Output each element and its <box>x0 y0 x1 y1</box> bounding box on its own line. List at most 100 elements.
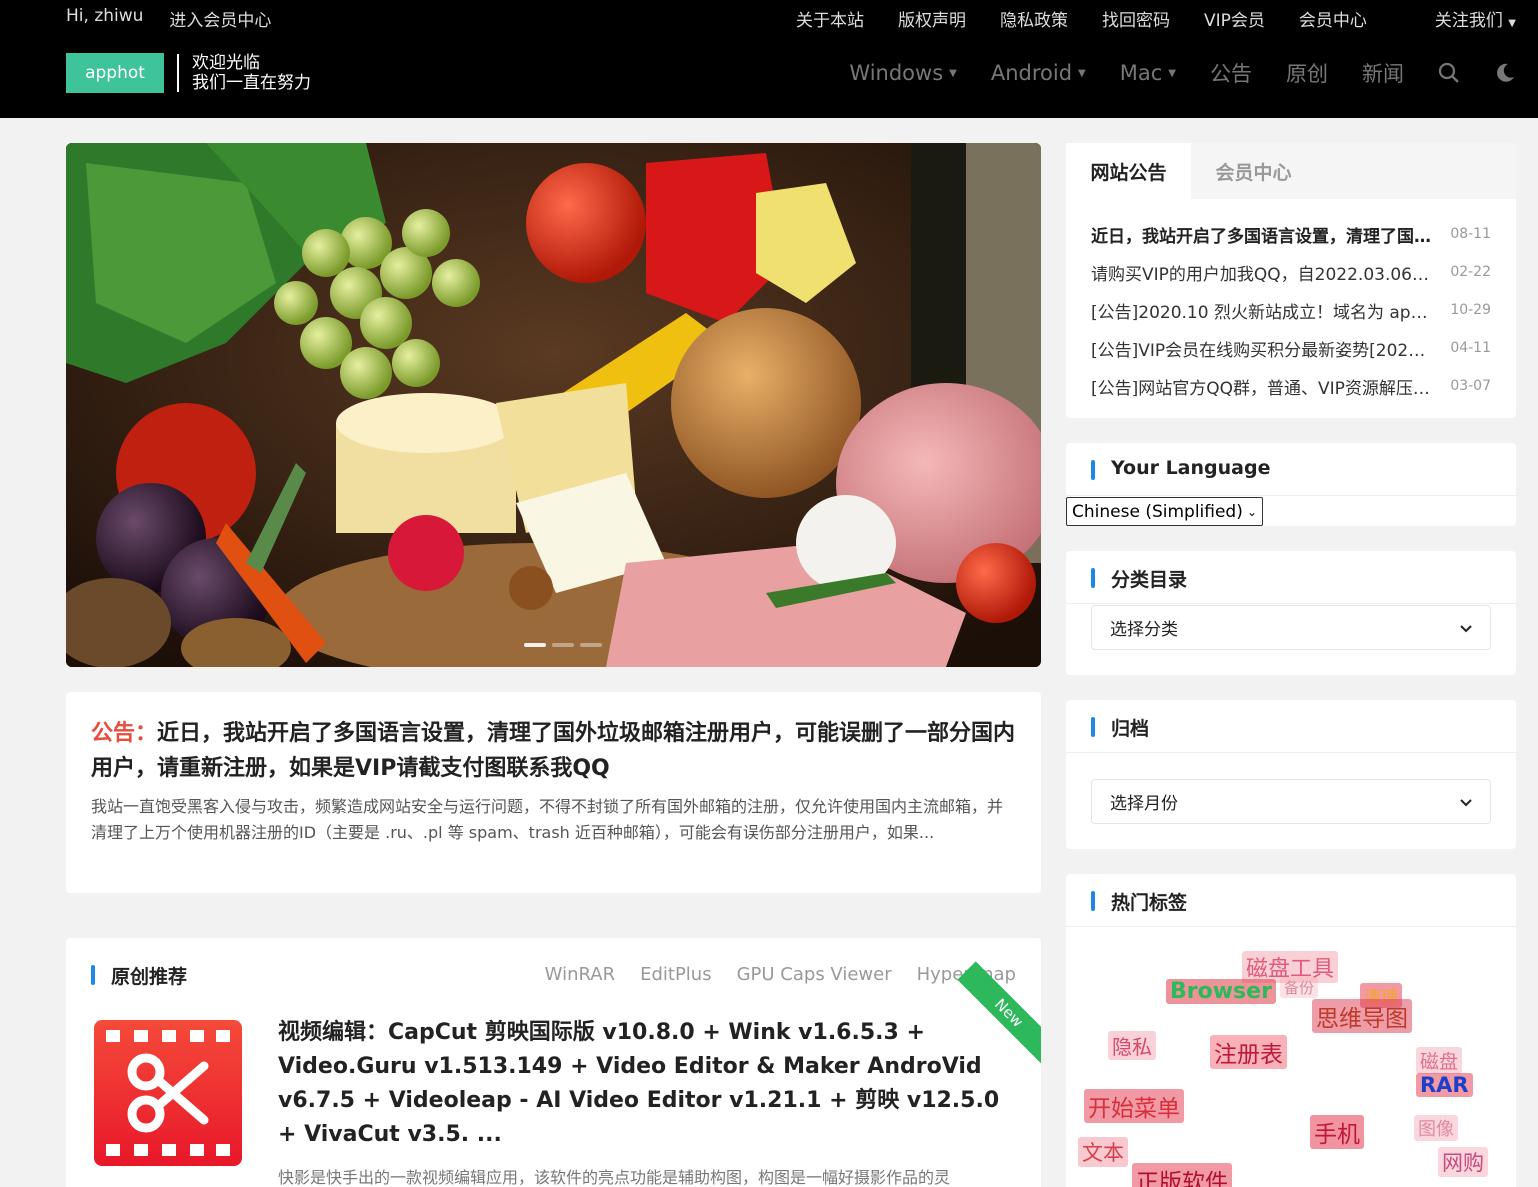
link-about[interactable]: 关于本站 <box>796 6 864 31</box>
announcement-title: [公告]VIP会员在线购买积分最新姿势[2020.04] <box>1091 340 1431 361</box>
archive-header: 归档 <box>1066 700 1516 753</box>
announcements-tabs: 网站公告 会员中心 <box>1066 143 1516 199</box>
tag-item[interactable]: 网购 <box>1438 1147 1488 1177</box>
announcement-title: 请购买VIP的用户加我QQ，自2022.03.06开始 <box>1091 264 1431 285</box>
site-header: Hi, zhiwu 进入会员中心 关于本站 版权声明 隐私政策 找回密码 VIP… <box>0 0 1538 118</box>
post-excerpt: 快影是快手出的一款视频编辑应用，该软件的亮点功能是辅助构图，构图是一幅好摄影作品… <box>278 1168 951 1187</box>
nav-windows[interactable]: Windows ▼ <box>849 61 956 85</box>
tab-member-center[interactable]: 会员中心 <box>1191 143 1316 199</box>
archive-widget: 归档 选择月份 <box>1066 700 1516 849</box>
post-thumbnail[interactable] <box>94 1020 242 1166</box>
slider-pagination[interactable] <box>524 643 602 647</box>
chevron-down-icon: ▼ <box>1508 18 1516 29</box>
announcement-title: 近日，我站开启了多国语言设置，清理了国外垃圾邮箱注册用户 <box>1091 226 1431 247</box>
link-copyright[interactable]: 版权声明 <box>898 6 966 31</box>
notice-prefix: 公告： <box>91 721 158 746</box>
link-find-password[interactable]: 找回密码 <box>1102 6 1170 31</box>
tag-cloud: 磁盘工具 Browser 备份 清理 思维导图 隐私 注册表 磁盘 RAR 开始… <box>1066 929 1516 1187</box>
tag-item[interactable]: 图像 <box>1414 1115 1458 1141</box>
tab-gpu-caps-viewer[interactable]: GPU Caps Viewer <box>737 964 892 985</box>
tag-item[interactable]: 备份 <box>1280 977 1319 998</box>
tab-site-announcements[interactable]: 网站公告 <box>1066 143 1191 199</box>
caret-down-icon: ▼ <box>1168 67 1176 79</box>
tab-winrar[interactable]: WinRAR <box>545 964 615 985</box>
announcement-title: [公告]网站官方QQ群，普通、VIP资源解压密码 <box>1091 378 1431 399</box>
category-select[interactable]: 选择分类 <box>1091 605 1491 650</box>
search-icon[interactable] <box>1438 62 1460 84</box>
language-title: Your Language <box>1091 457 1270 480</box>
welcome-line-1: 欢迎光临 <box>192 53 260 73</box>
list-item[interactable]: [公告]网站官方QQ群，普通、VIP资源解压密码 03-07 <box>1091 367 1491 405</box>
notice-excerpt: 我站一直饱受黑客入侵与攻击，频繁造成网站安全与运行问题，不得不封锁了所有国外邮箱… <box>91 797 1004 842</box>
top-links: 关于本站 版权声明 隐私政策 找回密码 VIP会员 会员中心 关注我们 ▼ <box>762 6 1516 31</box>
notice-title-text: 近日，我站开启了多国语言设置，清理了国外垃圾邮箱注册用户，可能误删了一部分国内用… <box>91 721 1016 781</box>
nav-announcements[interactable]: 公告 <box>1210 58 1252 88</box>
original-recommend-card: 原创推荐 WinRAR EditPlus GPU Caps Viewer Hyp… <box>66 938 1041 1187</box>
nav-news[interactable]: 新闻 <box>1362 58 1404 88</box>
announcement-date: 03-07 <box>1450 378 1491 394</box>
tag-item[interactable]: Browser <box>1166 979 1276 1004</box>
tag-item[interactable]: 手机 <box>1310 1115 1364 1149</box>
welcome-line-2: 我们一直在努力 <box>192 73 311 93</box>
list-item[interactable]: [公告]2020.10 烈火新站成立！域名为 apphot.cc 10-29 <box>1091 291 1491 329</box>
tag-item[interactable]: 文本 <box>1078 1137 1128 1167</box>
tag-item[interactable]: 开始菜单 <box>1084 1089 1184 1123</box>
link-follow-us[interactable]: 关注我们 ▼ <box>1401 6 1516 31</box>
post-title[interactable]: 视频编辑：CapCut 剪映国际版 v10.8.0 + Wink v1.6.5.… <box>278 1016 1018 1152</box>
language-widget: Your Language Chinese (Simplified) ⌄ <box>1066 443 1516 526</box>
announcement-date: 02-22 <box>1450 264 1491 280</box>
announcement-date: 04-11 <box>1450 340 1491 356</box>
list-item[interactable]: [公告]VIP会员在线购买积分最新姿势[2020.04] 04-11 <box>1091 329 1491 367</box>
archive-selected: 选择月份 <box>1110 794 1178 814</box>
hot-tags-widget: 热门标签 磁盘工具 Browser 备份 清理 思维导图 隐私 注册表 磁盘 R… <box>1066 874 1516 1187</box>
list-item[interactable]: 近日，我站开启了多国语言设置，清理了国外垃圾邮箱注册用户 08-11 <box>1091 215 1491 253</box>
member-center-link[interactable]: 进入会员中心 <box>169 6 271 31</box>
user-greeting: Hi, zhiwu <box>66 6 144 26</box>
list-item[interactable]: 请购买VIP的用户加我QQ，自2022.03.06开始 02-22 <box>1091 253 1491 291</box>
tag-item[interactable]: 正版软件 <box>1132 1163 1232 1187</box>
tag-item[interactable]: 隐私 <box>1108 1031 1156 1060</box>
moon-icon[interactable] <box>1494 62 1516 84</box>
tab-editplus[interactable]: EditPlus <box>640 964 712 985</box>
site-logo[interactable]: apphot <box>66 53 164 93</box>
caret-down-icon: ▼ <box>949 67 957 79</box>
hero-image <box>66 143 1041 667</box>
original-title: 原创推荐 <box>91 962 187 989</box>
archive-title: 归档 <box>1091 714 1149 741</box>
link-member-center[interactable]: 会员中心 <box>1299 6 1367 31</box>
announcements-list: 近日，我站开启了多国语言设置，清理了国外垃圾邮箱注册用户 08-11 请购买VI… <box>1066 199 1516 405</box>
language-header: Your Language <box>1066 443 1516 496</box>
tag-item[interactable]: 注册表 <box>1210 1035 1287 1069</box>
tag-item[interactable]: 磁盘 <box>1416 1047 1463 1074</box>
category-selected: 选择分类 <box>1110 620 1178 640</box>
link-vip[interactable]: VIP会员 <box>1204 6 1265 31</box>
chevron-down-icon: ⌄ <box>1246 504 1257 519</box>
archive-select[interactable]: 选择月份 <box>1091 779 1491 824</box>
notice-card[interactable]: 公告：近日，我站开启了多国语言设置，清理了国外垃圾邮箱注册用户，可能误删了一部分… <box>66 692 1041 893</box>
main-nav: Windows ▼ Android ▼ Mac ▼ 公告 原创 新闻 <box>815 58 1516 88</box>
tag-item[interactable]: RAR <box>1416 1073 1473 1097</box>
nav-original[interactable]: 原创 <box>1286 58 1328 88</box>
logo-divider <box>177 54 179 92</box>
hot-tags-title: 热门标签 <box>1091 888 1187 915</box>
language-select[interactable]: Chinese (Simplified) ⌄ <box>1066 497 1263 526</box>
hero-slider[interactable] <box>66 143 1041 667</box>
tag-item[interactable]: 思维导图 <box>1312 999 1412 1033</box>
welcome-text: 欢迎光临 我们一直在努力 <box>192 53 311 93</box>
caret-down-icon: ▼ <box>1078 67 1086 79</box>
top-bar: Hi, zhiwu 进入会员中心 关于本站 版权声明 隐私政策 找回密码 VIP… <box>0 0 1538 36</box>
video-editor-icon <box>94 1020 242 1166</box>
hot-tags-header: 热门标签 <box>1066 874 1516 927</box>
language-selected: Chinese (Simplified) <box>1072 501 1243 522</box>
announcement-date: 08-11 <box>1450 226 1491 242</box>
notice-title[interactable]: 公告：近日，我站开启了多国语言设置，清理了国外垃圾邮箱注册用户，可能误删了一部分… <box>91 716 1016 786</box>
chevron-down-icon <box>1460 792 1472 812</box>
nav-mac[interactable]: Mac ▼ <box>1120 61 1176 85</box>
category-title: 分类目录 <box>1091 565 1187 592</box>
nav-android[interactable]: Android ▼ <box>991 61 1086 85</box>
link-privacy[interactable]: 隐私政策 <box>1000 6 1068 31</box>
announcement-date: 10-29 <box>1450 302 1491 318</box>
original-tabs: WinRAR EditPlus GPU Caps Viewer HyperSna… <box>545 964 1016 985</box>
announcements-widget: 网站公告 会员中心 近日，我站开启了多国语言设置，清理了国外垃圾邮箱注册用户 0… <box>1066 143 1516 418</box>
category-widget: 分类目录 选择分类 <box>1066 551 1516 675</box>
